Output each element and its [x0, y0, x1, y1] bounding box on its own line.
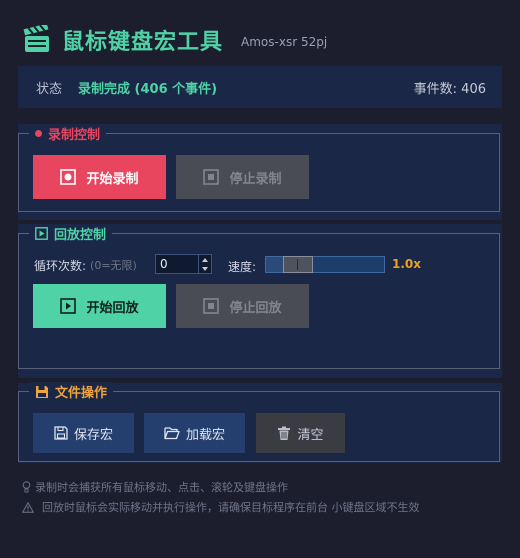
status-value: 录制完成 (406 个事件)	[78, 81, 218, 97]
load-macro-button[interactable]: 加载宏	[144, 413, 245, 453]
tip-playback: 回放时鼠标会实际移动并执行操作，请确保目标程序在前台 小键盘区域不生效	[22, 499, 420, 515]
start-record-button[interactable]: 开始录制	[33, 155, 166, 199]
tip-playback-text: 回放时鼠标会实际移动并执行操作，请确保目标程序在前台 小键盘区域不生效	[42, 501, 420, 514]
event-count: 事件数: 406	[413, 81, 486, 97]
record-legend: 录制控制	[29, 124, 107, 143]
speed-slider-handle[interactable]	[283, 256, 313, 273]
speed-slider[interactable]	[265, 256, 385, 273]
speed-slider-track	[266, 257, 283, 272]
floppy-disk-icon	[35, 385, 49, 399]
stop-record-label: 停止录制	[229, 171, 282, 187]
status-bar: 状态 录制完成 (406 个事件) 事件数: 406	[18, 66, 502, 108]
save-macro-button[interactable]: 保存宏	[33, 413, 134, 453]
stop-playback-button[interactable]: 停止回放	[176, 284, 309, 328]
app-author: Amos-xsr 52pj	[241, 35, 328, 49]
record-icon	[60, 169, 77, 185]
start-playback-button[interactable]: 开始回放	[33, 284, 166, 328]
load-macro-label: 加载宏	[185, 427, 225, 443]
trash-icon	[277, 426, 291, 441]
folder-open-icon	[164, 426, 180, 440]
loop-count-value: 0	[160, 257, 168, 271]
lightbulb-icon	[22, 481, 31, 493]
clear-label: 清空	[297, 427, 324, 443]
clapperboard-icon	[23, 25, 49, 52]
play-icon	[60, 298, 77, 314]
spin-up-arrow-icon[interactable]	[198, 255, 211, 264]
tip-record-text: 录制时会捕获所有鼠标移动、点击、滚轮及键盘操作	[35, 481, 288, 494]
warning-icon	[22, 501, 34, 513]
file-legend-text: 文件操作	[55, 386, 108, 401]
app-header: 鼠标键盘宏工具 Amos-xsr 52pj	[22, 22, 327, 58]
start-record-label: 开始录制	[86, 171, 139, 187]
playback-options-row: 循环次数: (0=无限)	[34, 256, 137, 274]
speed-label: 速度:	[228, 260, 257, 274]
spin-down-arrow-icon[interactable]	[198, 264, 211, 273]
loop-count-spinbox[interactable]: 0	[155, 254, 212, 274]
stop-icon	[203, 169, 220, 185]
speed-value: 1.0x	[392, 257, 421, 271]
speed-handle-grip	[297, 259, 298, 270]
app-title: 鼠标键盘宏工具	[62, 30, 224, 55]
loop-count-label: 循环次数:	[34, 258, 87, 273]
record-dot-icon	[35, 130, 42, 137]
playback-legend: 回放控制	[29, 224, 113, 243]
clear-button[interactable]: 清空	[256, 413, 345, 453]
save-macro-label: 保存宏	[73, 427, 113, 443]
start-playback-label: 开始回放	[86, 300, 139, 316]
stop-playback-label: 停止回放	[229, 300, 282, 316]
stop-icon	[203, 298, 220, 314]
file-legend: 文件操作	[29, 382, 114, 401]
stop-record-button[interactable]: 停止录制	[176, 155, 309, 199]
tip-record: 录制时会捕获所有鼠标移动、点击、滚轮及键盘操作	[22, 479, 288, 495]
status-label: 状态	[36, 81, 63, 97]
play-box-icon	[35, 227, 48, 240]
loop-count-hint: (0=无限)	[90, 259, 137, 272]
save-icon	[54, 426, 68, 440]
playback-legend-text: 回放控制	[54, 228, 107, 243]
record-legend-text: 录制控制	[48, 128, 101, 143]
